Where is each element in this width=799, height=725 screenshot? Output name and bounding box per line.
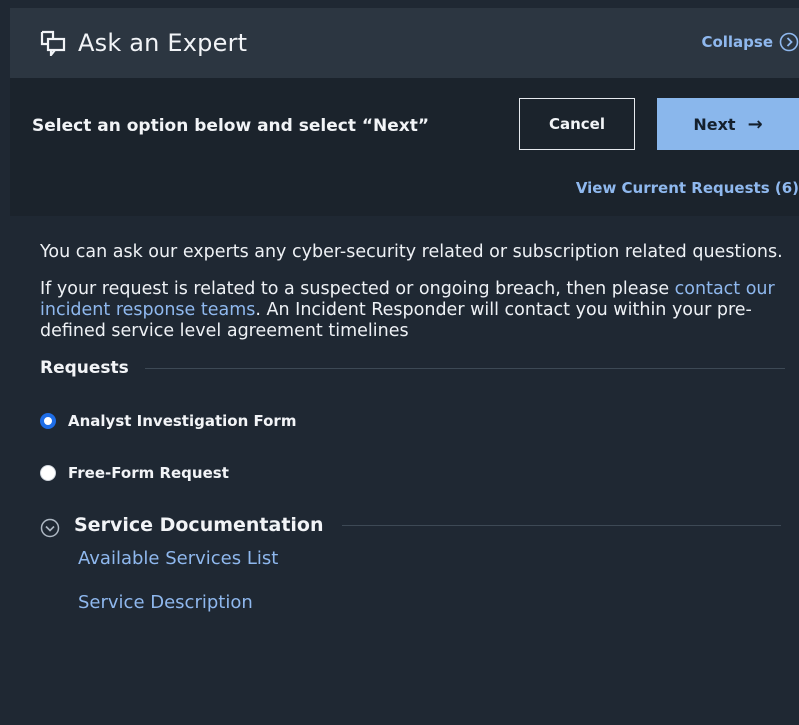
requests-heading: Requests xyxy=(40,358,785,378)
chat-windows-icon xyxy=(40,30,66,56)
panel-header: Ask an Expert Collapse xyxy=(10,8,799,78)
radio-option-free-form[interactable]: Free-Form Request xyxy=(40,460,785,486)
available-services-list-link[interactable]: Available Services List xyxy=(78,548,785,572)
breach-text-before: If your request is related to a suspecte… xyxy=(40,279,675,299)
panel-content: You can ask our experts any cyber-securi… xyxy=(10,216,799,616)
intro-paragraph: You can ask our experts any cyber-securi… xyxy=(40,242,783,262)
section-divider xyxy=(341,524,781,526)
chevron-down-circle-icon[interactable] xyxy=(40,518,60,538)
arrow-right-icon: → xyxy=(747,113,763,135)
radio-option-label: Analyst Investigation Form xyxy=(68,412,297,430)
service-description-link[interactable]: Service Description xyxy=(78,592,785,616)
cancel-button[interactable]: Cancel xyxy=(519,98,635,150)
radio-button-unselected[interactable] xyxy=(40,465,56,481)
radio-option-label: Free-Form Request xyxy=(68,464,229,482)
radio-button-selected[interactable] xyxy=(40,413,56,429)
next-button[interactable]: Next → xyxy=(657,98,799,150)
collapse-label: Collapse xyxy=(701,33,773,51)
instruction-text: Select an option below and select “Next” xyxy=(32,116,430,136)
panel-title: Ask an Expert xyxy=(78,29,248,57)
requests-heading-label: Requests xyxy=(40,358,129,378)
service-documentation-label: Service Documentation xyxy=(74,514,324,536)
breach-paragraph: If your request is related to a suspecte… xyxy=(40,279,785,342)
request-options: Analyst Investigation Form Free-Form Req… xyxy=(40,408,785,486)
next-label: Next xyxy=(693,114,736,134)
header-title-group: Ask an Expert xyxy=(40,29,247,57)
chevron-right-circle-icon xyxy=(779,32,799,52)
radio-option-analyst-investigation[interactable]: Analyst Investigation Form xyxy=(40,408,785,434)
ask-expert-panel: Ask an Expert Collapse Select an option … xyxy=(10,8,799,725)
service-documentation-heading: Service Documentation xyxy=(40,512,785,538)
view-current-requests-link[interactable]: View Current Requests (6) xyxy=(576,179,799,197)
documentation-links: Available Services List Service Descript… xyxy=(78,548,785,616)
action-toolbar: Select an option below and select “Next”… xyxy=(10,78,799,216)
collapse-button[interactable]: Collapse xyxy=(701,32,799,52)
section-divider xyxy=(144,367,785,369)
